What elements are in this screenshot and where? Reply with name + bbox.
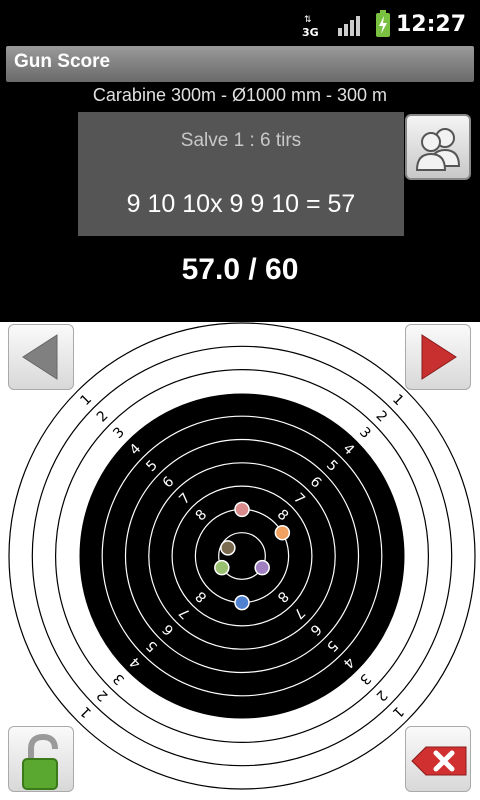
battery-charging-icon — [376, 10, 390, 37]
prev-salve-button[interactable] — [8, 324, 74, 390]
svg-text:⇅: ⇅ — [304, 15, 312, 25]
app-title: Gun Score — [14, 51, 111, 72]
delete-icon — [411, 746, 467, 776]
arrow-right-icon — [421, 334, 457, 380]
shot-marker[interactable] — [220, 540, 236, 556]
unlock-icon — [22, 733, 58, 790]
lock-button[interactable] — [8, 726, 74, 792]
shot-marker[interactable] — [254, 559, 270, 576]
total-score: 57.0 / 60 — [181, 253, 299, 286]
discipline-label: Carabine 300m - Ø1000 mm - 300 m — [92, 85, 388, 105]
shot-marker[interactable] — [234, 501, 250, 518]
users-icon — [415, 128, 461, 171]
svg-text:3G: 3G — [302, 26, 319, 39]
delete-button[interactable] — [405, 726, 471, 792]
next-salve-button[interactable] — [405, 324, 471, 390]
status-bar: ⇅ 3G 12:27 — [0, 0, 480, 50]
shot-marker[interactable] — [234, 594, 250, 611]
signal-icon — [338, 16, 360, 36]
shot-marker[interactable] — [274, 524, 291, 541]
network-3g-icon: ⇅ 3G — [302, 15, 319, 39]
salve-title: Salve 1 : 6 tirs — [180, 130, 302, 151]
clock: 12:27 — [395, 12, 466, 37]
arrow-left-icon — [22, 334, 58, 380]
users-button[interactable] — [405, 114, 471, 180]
salve-panel[interactable]: Salve 1 : 6 tirs 9 10 10x 9 9 10 = 57 — [78, 112, 404, 236]
salve-detail: 9 10 10x 9 9 10 = 57 — [126, 190, 356, 218]
shot-marker[interactable] — [214, 559, 230, 576]
title-bar: Gun Score — [6, 46, 474, 82]
